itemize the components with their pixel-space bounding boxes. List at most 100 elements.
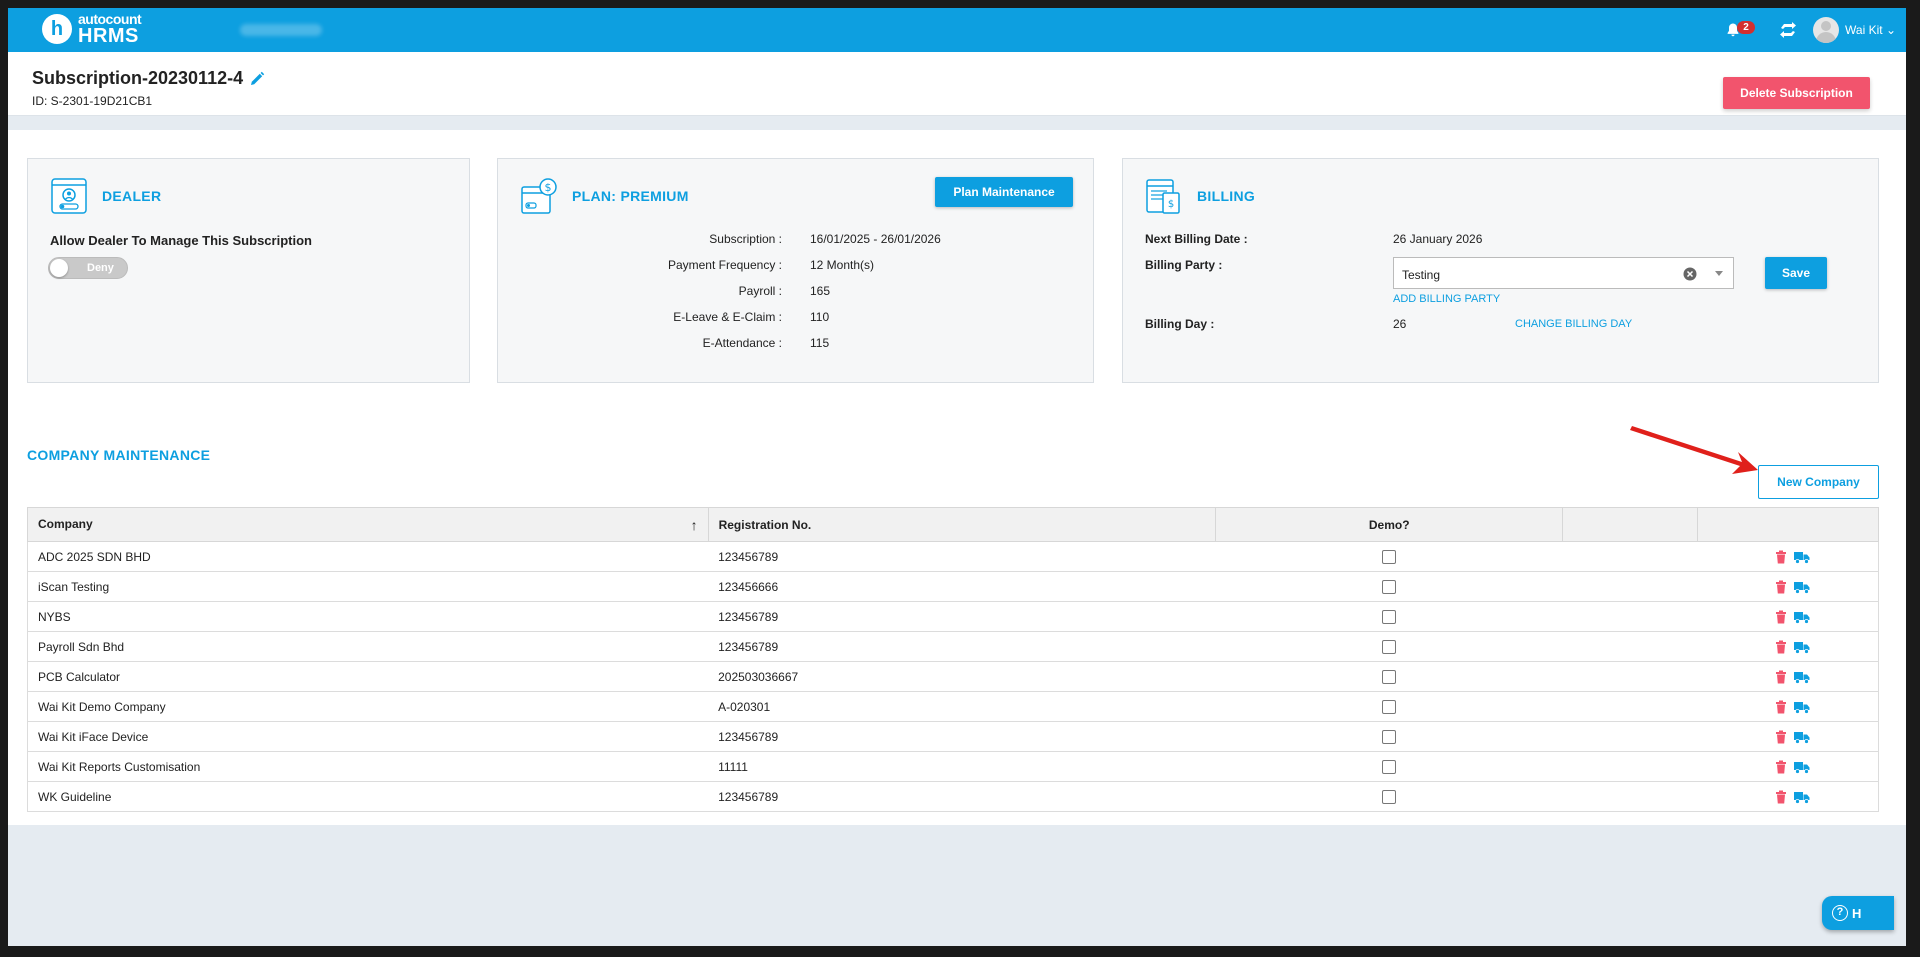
trash-icon[interactable] xyxy=(1774,730,1788,744)
company-cell[interactable]: iScan Testing xyxy=(27,571,709,602)
allow-dealer-toggle[interactable]: Deny xyxy=(48,257,128,279)
company-cell[interactable]: Wai Kit Demo Company xyxy=(27,691,709,722)
billing-title: BILLING xyxy=(1197,188,1256,204)
page-header: Subscription-20230112-4 ID: S-2301-19D21… xyxy=(8,52,1906,116)
actions-cell xyxy=(1697,571,1879,602)
table-row[interactable]: ADC 2025 SDN BHD 123456789 xyxy=(27,541,1879,572)
clear-icon[interactable] xyxy=(1683,267,1697,281)
company-cell[interactable]: Wai Kit iFace Device xyxy=(27,721,709,752)
company-cell[interactable]: PCB Calculator xyxy=(27,661,709,692)
user-name: Wai Kit xyxy=(1845,23,1883,37)
demo-cell xyxy=(1215,541,1563,572)
demo-checkbox[interactable] xyxy=(1382,549,1397,564)
demo-checkbox[interactable] xyxy=(1382,609,1397,624)
notifications-button[interactable]: 2 xyxy=(1725,19,1756,41)
table-row[interactable]: Wai Kit Reports Customisation 11111 xyxy=(27,751,1879,782)
new-company-button[interactable]: New Company xyxy=(1758,465,1879,499)
truck-icon[interactable] xyxy=(1794,640,1810,654)
app-logo[interactable]: h autocount HRMS xyxy=(42,12,142,46)
trash-icon[interactable] xyxy=(1774,580,1788,594)
demo-cell xyxy=(1215,661,1563,692)
truck-icon[interactable] xyxy=(1794,550,1810,564)
plan-dollar-icon: $ xyxy=(521,178,557,214)
truck-icon[interactable] xyxy=(1794,730,1810,744)
trash-icon[interactable] xyxy=(1774,640,1788,654)
table-row[interactable]: WK Guideline 123456789 xyxy=(27,781,1879,812)
trash-icon[interactable] xyxy=(1774,610,1788,624)
add-billing-party-link[interactable]: ADD BILLING PARTY xyxy=(1393,293,1500,305)
truck-icon[interactable] xyxy=(1794,790,1810,804)
company-cell[interactable]: NYBS xyxy=(27,601,709,632)
demo-checkbox[interactable] xyxy=(1382,699,1397,714)
table-row[interactable]: Payroll Sdn Bhd 123456789 xyxy=(27,631,1879,662)
empty-cell xyxy=(1562,781,1698,812)
demo-checkbox[interactable] xyxy=(1382,639,1397,654)
demo-cell xyxy=(1215,691,1563,722)
plan-row-payroll: Payroll : 165 xyxy=(498,284,1093,302)
truck-icon[interactable] xyxy=(1794,580,1810,594)
plan-row-label: E-Attendance : xyxy=(702,336,782,350)
table-row[interactable]: Wai Kit iFace Device 123456789 xyxy=(27,721,1879,752)
sync-icon[interactable] xyxy=(1777,19,1799,41)
truck-icon[interactable] xyxy=(1794,610,1810,624)
sort-ascending-icon[interactable]: ↑ xyxy=(691,517,698,533)
table-row[interactable]: Wai Kit Demo Company A-020301 xyxy=(27,691,1879,722)
registration-cell: 11111 xyxy=(708,751,1216,782)
registration-cell: 123456789 xyxy=(708,601,1216,632)
help-button[interactable]: ? H xyxy=(1822,896,1894,930)
trash-icon[interactable] xyxy=(1774,550,1788,564)
registration-cell: 202503036667 xyxy=(708,661,1216,692)
truck-icon[interactable] xyxy=(1794,670,1810,684)
demo-checkbox[interactable] xyxy=(1382,579,1397,594)
table-row[interactable]: iScan Testing 123456666 xyxy=(27,571,1879,602)
user-menu-toggle[interactable]: Wai Kit ⌄ xyxy=(1845,23,1896,37)
blurred-menu-item[interactable] xyxy=(240,24,322,36)
company-cell[interactable]: Payroll Sdn Bhd xyxy=(27,631,709,662)
trash-icon[interactable] xyxy=(1774,760,1788,774)
actions-cell xyxy=(1697,751,1879,782)
demo-checkbox[interactable] xyxy=(1382,789,1397,804)
trash-icon[interactable] xyxy=(1774,790,1788,804)
truck-icon[interactable] xyxy=(1794,700,1810,714)
next-billing-date-value: 26 January 2026 xyxy=(1393,232,1483,246)
table-row[interactable]: NYBS 123456789 xyxy=(27,601,1879,632)
trash-icon[interactable] xyxy=(1774,700,1788,714)
actions-cell xyxy=(1697,601,1879,632)
table-header-row: Company ↑ Registration No. Demo? xyxy=(27,507,1879,542)
truck-icon[interactable] xyxy=(1794,760,1810,774)
demo-checkbox[interactable] xyxy=(1382,669,1397,684)
demo-checkbox[interactable] xyxy=(1382,759,1397,774)
table-row[interactable]: PCB Calculator 202503036667 xyxy=(27,661,1879,692)
demo-checkbox[interactable] xyxy=(1382,729,1397,744)
actions-cell xyxy=(1697,721,1879,752)
column-header-registration[interactable]: Registration No. xyxy=(707,507,1217,542)
plan-row-label: Payroll : xyxy=(738,284,782,298)
actions-cell xyxy=(1697,661,1879,692)
column-label: Registration No. xyxy=(718,517,812,532)
app-window: h autocount HRMS 2 Wai Kit ⌄ Subscriptio… xyxy=(8,8,1906,946)
demo-cell xyxy=(1215,721,1563,752)
company-maintenance-title: COMPANY MAINTENANCE xyxy=(27,447,211,463)
company-cell[interactable]: WK Guideline xyxy=(27,781,709,812)
page-title-wrap: Subscription-20230112-4 xyxy=(32,68,265,89)
plan-row-payment-frequency: Payment Frequency : 12 Month(s) xyxy=(498,258,1093,276)
company-cell[interactable]: ADC 2025 SDN BHD xyxy=(27,541,709,572)
pencil-icon[interactable] xyxy=(249,71,265,87)
avatar[interactable] xyxy=(1813,17,1840,43)
registration-cell: 123456789 xyxy=(708,541,1216,572)
next-billing-date-label: Next Billing Date : xyxy=(1145,232,1248,246)
chevron-down-icon[interactable] xyxy=(1715,271,1723,276)
save-button[interactable]: Save xyxy=(1765,257,1827,289)
empty-cell xyxy=(1562,661,1698,692)
column-header-company[interactable]: Company ↑ xyxy=(27,507,709,542)
company-cell[interactable]: Wai Kit Reports Customisation xyxy=(27,751,709,782)
billing-card: $ BILLING Next Billing Date : 26 January… xyxy=(1122,158,1879,383)
column-header-demo[interactable]: Demo? xyxy=(1215,507,1564,542)
chevron-down-icon: ⌄ xyxy=(1885,23,1896,37)
billing-party-select[interactable]: Testing xyxy=(1393,257,1734,289)
trash-icon[interactable] xyxy=(1774,670,1788,684)
plan-maintenance-button[interactable]: Plan Maintenance xyxy=(935,177,1073,207)
delete-subscription-button[interactable]: Delete Subscription xyxy=(1723,77,1870,109)
change-billing-day-link[interactable]: CHANGE BILLING DAY xyxy=(1515,318,1632,330)
actions-cell xyxy=(1697,631,1879,662)
